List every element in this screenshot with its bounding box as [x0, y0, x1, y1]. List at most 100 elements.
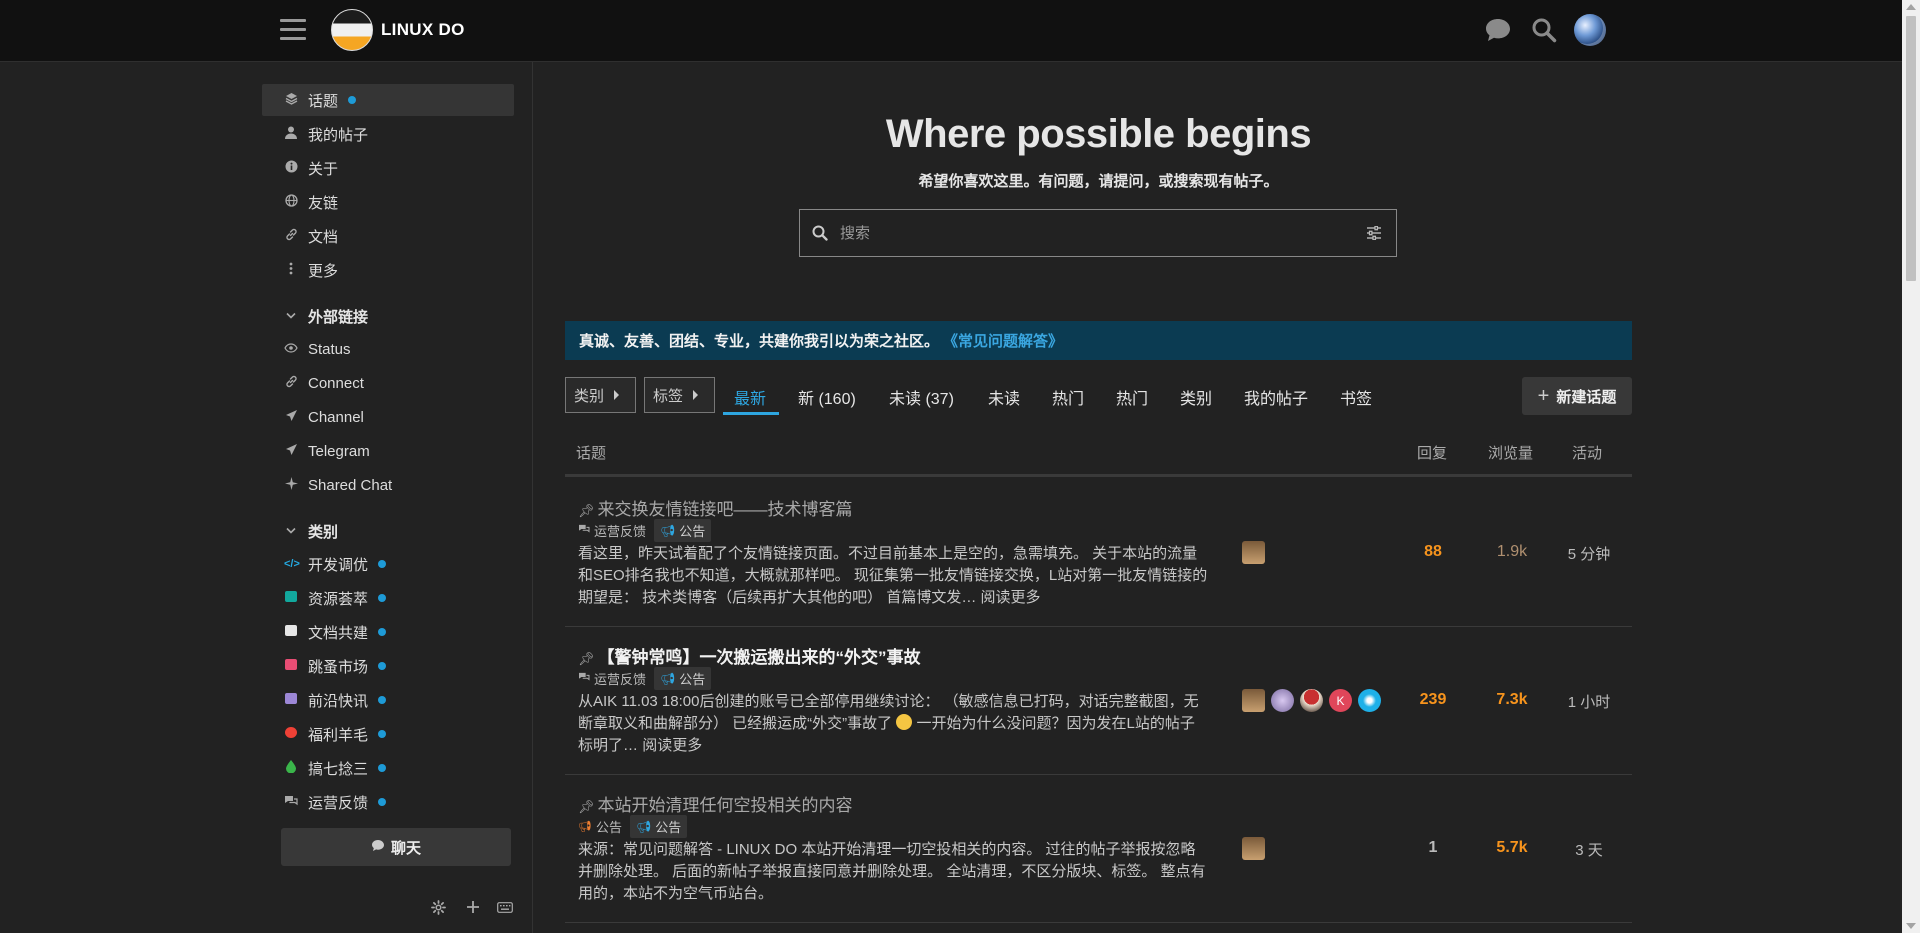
- scroll-up-icon[interactable]: [1906, 4, 1916, 10]
- category-label: 福利羊毛: [308, 726, 369, 744]
- search-box[interactable]: [799, 209, 1397, 257]
- sidebar-category-market[interactable]: 跳蚤市场: [262, 650, 514, 682]
- poster-avatar[interactable]: [1300, 689, 1323, 712]
- sidebar-item-channel[interactable]: Channel: [262, 401, 514, 433]
- tab-hot[interactable]: 热门: [1052, 385, 1084, 409]
- category-label: 搞七捻三: [308, 760, 369, 778]
- reply-count[interactable]: 1: [1393, 839, 1473, 857]
- column-header-activity[interactable]: 活动: [1572, 442, 1602, 463]
- sidebar-item-telegram[interactable]: Telegram: [262, 435, 514, 467]
- sidebar-item-connect[interactable]: Connect: [262, 367, 514, 399]
- column-header-topic[interactable]: 话题: [576, 442, 606, 463]
- settings-icon[interactable]: [427, 898, 449, 916]
- category-label: 开发调优: [308, 556, 369, 574]
- tab-latest[interactable]: 最新: [734, 385, 766, 409]
- topic-title[interactable]: 📌︎ 来交换友情链接吧——技术博客篇: [578, 495, 853, 520]
- hamburger-menu-icon[interactable]: [280, 17, 306, 41]
- droplet-icon: [284, 760, 298, 776]
- column-header-views[interactable]: 浏览量: [1488, 442, 1533, 463]
- tab-unread-count[interactable]: 未读 (37): [889, 385, 954, 409]
- topic-tag[interactable]: 📢︎ 公告: [654, 667, 712, 690]
- topic-tag[interactable]: 📢︎ 公告: [629, 815, 688, 838]
- read-more-link[interactable]: 阅读更多: [981, 589, 1041, 606]
- chevron-down-icon: [284, 310, 298, 322]
- search-icon[interactable]: [1527, 13, 1561, 47]
- sidebar-section-categories[interactable]: 类别: [262, 516, 514, 546]
- sidebar-item-label: 关于: [308, 160, 339, 178]
- category-label: 跳蚤市场: [308, 658, 369, 676]
- topic-category[interactable]: 运营反馈: [578, 521, 646, 540]
- topic-title[interactable]: 📌︎ 【警钟常鸣】一次搬运搬出来的“外交”事故: [578, 643, 921, 668]
- megaphone-icon: 📢︎: [578, 821, 592, 833]
- chat-button[interactable]: 聊天: [281, 828, 511, 866]
- keyboard-icon[interactable]: [494, 898, 516, 916]
- poster-avatar[interactable]: [1358, 689, 1381, 712]
- poster-avatar[interactable]: K: [1329, 689, 1352, 712]
- tab-my-posts[interactable]: 我的帖子: [1244, 385, 1308, 409]
- category-label: 运营反馈: [308, 794, 369, 812]
- sidebar-item-docs[interactable]: 文档: [262, 220, 514, 252]
- sidebar-item-label: Connect: [308, 374, 364, 392]
- activity-time[interactable]: 5 分钟: [1549, 543, 1629, 564]
- reply-count[interactable]: 239: [1393, 691, 1473, 709]
- chat-bubble-icon[interactable]: [1481, 13, 1515, 47]
- sidebar-item-more[interactable]: 更多: [262, 254, 514, 286]
- reply-count[interactable]: 88: [1393, 543, 1473, 561]
- tab-bookmarks[interactable]: 书签: [1340, 385, 1372, 409]
- sidebar-item-status[interactable]: Status: [262, 333, 514, 365]
- sidebar-category-feedback[interactable]: 运营反馈: [262, 786, 514, 818]
- plus-icon: +: [1537, 384, 1550, 407]
- new-activity-dot: [378, 560, 387, 568]
- activity-time[interactable]: 1 小时: [1549, 691, 1629, 712]
- sidebar-item-shared-chat[interactable]: Shared Chat: [262, 469, 514, 501]
- sidebar-category-resources[interactable]: 资源荟萃: [262, 582, 514, 614]
- topic-posters: K: [1242, 689, 1381, 712]
- sidebar-item-topics[interactable]: 话题: [262, 84, 514, 116]
- topic-excerpt: 来源：常见问题解答 - LINUX DO 本站开始清理一切空投相关的内容。 过往…: [578, 841, 1206, 902]
- poster-avatar[interactable]: [1242, 837, 1265, 860]
- site-logo[interactable]: LINUX DO: [331, 9, 465, 51]
- tab-top[interactable]: 热门: [1116, 385, 1148, 409]
- sidebar: 话题 我的帖子 关于 友链 文档 更多 外部链接 Status Connect …: [0, 62, 533, 933]
- poster-avatar[interactable]: [1271, 689, 1294, 712]
- pin-icon: 📌︎: [578, 651, 595, 666]
- column-header-replies[interactable]: 回复: [1417, 442, 1447, 463]
- new-activity-dot: [378, 798, 387, 806]
- sidebar-category-misc[interactable]: 搞七捻三: [262, 752, 514, 784]
- sidebar-category-dev[interactable]: </> 开发调优: [262, 548, 514, 580]
- categories-dropdown[interactable]: 类别: [565, 377, 636, 413]
- row-divider: [565, 626, 1632, 627]
- topic-tag[interactable]: 📢︎ 公告: [654, 519, 712, 542]
- user-icon: [284, 126, 298, 142]
- sidebar-item-friend-links[interactable]: 友链: [262, 186, 514, 218]
- sidebar-category-docs[interactable]: 文档共建: [262, 616, 514, 648]
- topic-title[interactable]: 📌︎ 本站开始清理任何空投相关的内容: [578, 791, 853, 816]
- more-vertical-icon: [284, 262, 298, 278]
- tags-dropdown[interactable]: 标签: [644, 377, 715, 413]
- caret-right-icon: [614, 390, 620, 400]
- sidebar-category-deals[interactable]: 福利羊毛: [262, 718, 514, 750]
- search-filter-icon[interactable]: [1366, 226, 1382, 240]
- sidebar-section-external-links[interactable]: 外部链接: [262, 301, 514, 331]
- tab-unread[interactable]: 未读: [988, 385, 1020, 409]
- search-input[interactable]: [838, 223, 1366, 243]
- sidebar-item-my-posts[interactable]: 我的帖子: [262, 118, 514, 150]
- sidebar-item-about[interactable]: 关于: [262, 152, 514, 184]
- tab-categories[interactable]: 类别: [1180, 385, 1212, 409]
- topic-category[interactable]: 📢︎ 公告: [578, 817, 622, 836]
- plus-icon[interactable]: [462, 898, 484, 916]
- sidebar-category-news[interactable]: 前沿快讯: [262, 684, 514, 716]
- tab-new[interactable]: 新 (160): [798, 385, 856, 409]
- faq-link[interactable]: 《常见问题解答》: [943, 330, 1063, 351]
- user-avatar[interactable]: [1573, 13, 1607, 47]
- poster-avatar[interactable]: [1242, 541, 1265, 564]
- scroll-down-icon[interactable]: [1906, 923, 1916, 929]
- view-count: 5.7k: [1496, 839, 1528, 856]
- poster-avatar[interactable]: [1242, 689, 1265, 712]
- page-scrollbar[interactable]: [1902, 0, 1920, 933]
- new-topic-button[interactable]: + 新建话题: [1522, 377, 1632, 415]
- activity-time[interactable]: 3 天: [1549, 839, 1629, 860]
- read-more-link[interactable]: 阅读更多: [642, 737, 702, 754]
- scroll-thumb[interactable]: [1906, 16, 1916, 281]
- topic-category[interactable]: 运营反馈: [578, 669, 646, 688]
